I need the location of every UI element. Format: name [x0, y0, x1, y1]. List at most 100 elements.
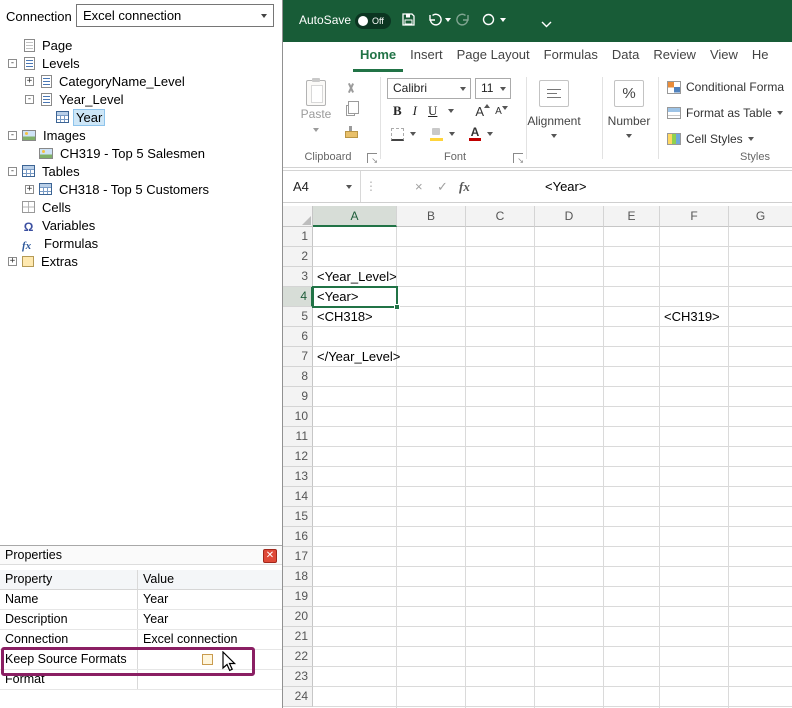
fill-color-icon[interactable] — [430, 127, 443, 141]
font-color-dropdown-icon[interactable] — [487, 132, 493, 136]
row-header-16[interactable]: 16 — [283, 527, 313, 547]
tree-item-page[interactable]: Page — [0, 36, 282, 54]
column-header-g[interactable]: G — [729, 206, 792, 227]
tree-item-variables[interactable]: Variables — [0, 216, 282, 234]
cell-a7[interactable]: </Year_Level> — [313, 347, 400, 367]
circle-tool-icon[interactable] — [481, 12, 496, 32]
tree-item-extras[interactable]: +Extras — [0, 252, 282, 270]
cut-button[interactable] — [342, 80, 358, 96]
format-painter-button[interactable] — [342, 124, 358, 140]
close-icon[interactable]: ✕ — [263, 549, 277, 563]
tab-page-layout[interactable]: Page Layout — [450, 42, 537, 72]
property-row-format[interactable]: Format — [0, 670, 282, 690]
row-header-18[interactable]: 18 — [283, 567, 313, 587]
tab-formulas[interactable]: Formulas — [537, 42, 605, 72]
enter-button[interactable]: ✓ — [437, 171, 448, 202]
tab-view[interactable]: View — [703, 42, 745, 72]
row-header-20[interactable]: 20 — [283, 607, 313, 627]
column-header-e[interactable]: E — [604, 206, 660, 227]
conditional-forma-button[interactable]: Conditional Forma — [667, 80, 784, 94]
row-header-4[interactable]: 4 — [283, 287, 313, 307]
worksheet-grid[interactable]: ABCDEFG123456789101112131415161718192021… — [283, 206, 792, 708]
column-header-b[interactable]: B — [397, 206, 466, 227]
autosave-toggle[interactable]: Off — [355, 13, 391, 29]
underline-dropdown-icon[interactable] — [448, 109, 454, 113]
copy-button[interactable] — [342, 102, 358, 118]
tab-insert[interactable]: Insert — [403, 42, 450, 72]
column-header-c[interactable]: C — [466, 206, 535, 227]
plus-expander-icon[interactable]: + — [25, 77, 34, 86]
borders-dropdown-icon[interactable] — [410, 132, 416, 136]
number-format-button[interactable]: % — [614, 80, 644, 107]
tree-item-ch319-top-5-salesmen[interactable]: CH319 - Top 5 Salesmen — [0, 144, 282, 162]
fill-color-dropdown-icon[interactable] — [449, 132, 455, 136]
save-icon[interactable] — [401, 12, 416, 32]
tab-data[interactable]: Data — [605, 42, 646, 72]
minus-expander-icon[interactable]: - — [8, 131, 17, 140]
plus-expander-icon[interactable]: + — [8, 257, 17, 266]
row-header-23[interactable]: 23 — [283, 667, 313, 687]
row-header-7[interactable]: 7 — [283, 347, 313, 367]
row-header-2[interactable]: 2 — [283, 247, 313, 267]
object-tree[interactable]: Page-Levels+CategoryName_Level-Year_Leve… — [0, 36, 282, 270]
font-name-dropdown[interactable]: Calibri — [387, 78, 471, 99]
shrink-font-button[interactable]: A — [495, 106, 502, 117]
name-box[interactable]: A4 — [283, 171, 361, 202]
cell-styles-button[interactable]: Cell Styles — [667, 132, 754, 146]
select-all-corner[interactable] — [283, 206, 313, 227]
customize-qat-icon[interactable] — [541, 16, 552, 34]
cell-a3[interactable]: <Year_Level> — [313, 267, 397, 287]
format-as-table-button[interactable]: Format as Table — [667, 106, 783, 120]
row-header-8[interactable]: 8 — [283, 367, 313, 387]
column-header-a[interactable]: A — [313, 206, 397, 227]
insert-function-button[interactable]: fx — [459, 171, 470, 202]
column-header-d[interactable]: D — [535, 206, 604, 227]
row-header-22[interactable]: 22 — [283, 647, 313, 667]
connection-dropdown[interactable]: Excel connection — [76, 4, 274, 27]
tree-item-formulas[interactable]: Formulas — [0, 234, 282, 252]
font-dialog-launcher-icon[interactable] — [513, 153, 523, 163]
column-header-f[interactable]: F — [660, 206, 729, 227]
tab-he[interactable]: He — [745, 42, 776, 72]
row-header-5[interactable]: 5 — [283, 307, 313, 327]
property-row-connection[interactable]: ConnectionExcel connection — [0, 630, 282, 650]
row-header-13[interactable]: 13 — [283, 467, 313, 487]
undo-icon[interactable] — [427, 12, 443, 32]
tree-item-tables[interactable]: -Tables — [0, 162, 282, 180]
row-header-1[interactable]: 1 — [283, 227, 313, 247]
row-header-6[interactable]: 6 — [283, 327, 313, 347]
underline-button[interactable]: U — [428, 103, 437, 119]
row-header-24[interactable]: 24 — [283, 687, 313, 707]
borders-icon[interactable] — [391, 128, 404, 141]
alignment-label[interactable]: Alignment — [522, 114, 586, 128]
property-row-keep-source-formats[interactable]: Keep Source Formats — [0, 650, 282, 670]
row-header-3[interactable]: 3 — [283, 267, 313, 287]
tree-item-ch318-top-5-customers[interactable]: +CH318 - Top 5 Customers — [0, 180, 282, 198]
number-label[interactable]: Number — [597, 114, 661, 128]
cell-f5[interactable]: <CH319> — [660, 307, 720, 327]
paste-button[interactable]: Paste — [293, 78, 339, 139]
row-header-19[interactable]: 19 — [283, 587, 313, 607]
tab-review[interactable]: Review — [646, 42, 703, 72]
redo-icon[interactable] — [455, 12, 471, 32]
italic-button[interactable]: I — [413, 103, 417, 119]
property-row-description[interactable]: DescriptionYear — [0, 610, 282, 630]
bold-button[interactable]: B — [393, 103, 402, 119]
row-header-12[interactable]: 12 — [283, 447, 313, 467]
row-header-14[interactable]: 14 — [283, 487, 313, 507]
tree-item-year[interactable]: Year — [0, 108, 282, 126]
row-header-17[interactable]: 17 — [283, 547, 313, 567]
row-header-15[interactable]: 15 — [283, 507, 313, 527]
tab-home[interactable]: Home — [353, 42, 403, 72]
row-header-11[interactable]: 11 — [283, 427, 313, 447]
number-dropdown-icon[interactable] — [626, 134, 632, 138]
formula-input[interactable]: <Year> — [545, 171, 586, 202]
font-size-dropdown[interactable]: 11 — [475, 78, 511, 99]
row-header-21[interactable]: 21 — [283, 627, 313, 647]
formula-bar-grip[interactable]: ⋮ — [365, 179, 377, 193]
row-header-9[interactable]: 9 — [283, 387, 313, 407]
cell-a5[interactable]: <CH318> — [313, 307, 373, 327]
cancel-button[interactable]: × — [415, 171, 423, 202]
minus-expander-icon[interactable]: - — [25, 95, 34, 104]
tree-item-images[interactable]: -Images — [0, 126, 282, 144]
